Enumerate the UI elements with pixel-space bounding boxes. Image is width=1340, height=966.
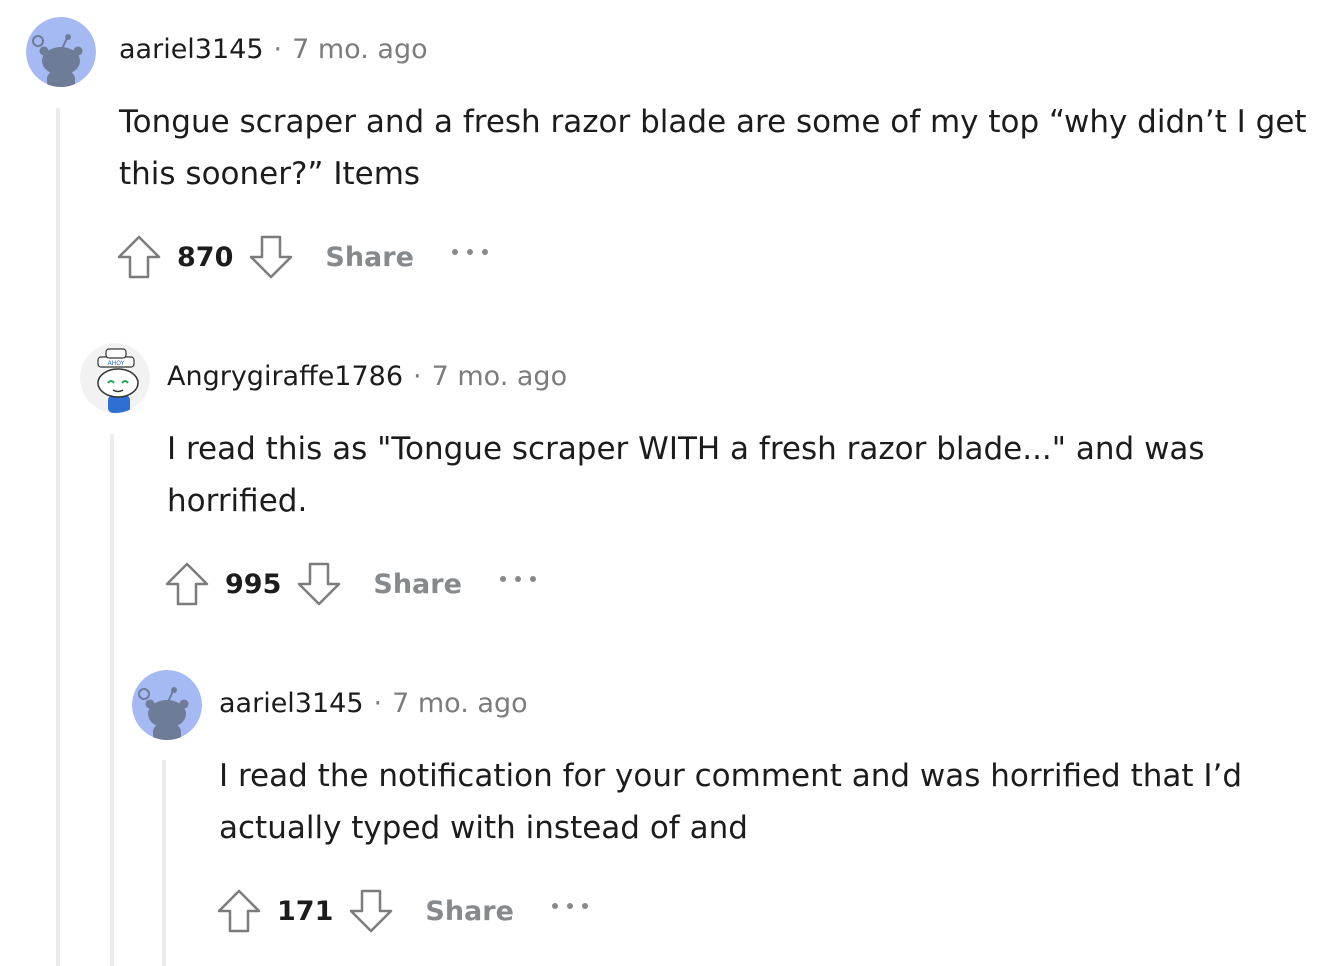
thread-line-level-1[interactable] — [56, 108, 60, 966]
comment-actions: 171 Share — [215, 886, 590, 936]
thread-line-level-2[interactable] — [110, 434, 114, 966]
share-button[interactable]: Share — [325, 242, 414, 273]
meta-separator: · — [273, 34, 283, 65]
comment-timestamp[interactable]: 7 mo. ago — [292, 34, 427, 65]
more-options-icon[interactable] — [450, 237, 490, 267]
snoo-default-avatar-icon — [26, 17, 96, 87]
comment-body: I read the notification for your comment… — [219, 758, 1243, 846]
thread-line-level-3[interactable] — [162, 760, 166, 966]
comment-meta: aariel3145 · 7 mo. ago — [219, 688, 528, 719]
user-avatar[interactable] — [132, 670, 202, 740]
comment-actions: 870 Share — [115, 232, 490, 282]
upvote-arrow-icon[interactable] — [115, 233, 163, 281]
snoo-sailor-avatar-icon: AHOY — [80, 343, 150, 413]
username-link[interactable]: aariel3145 — [119, 34, 264, 65]
username-link[interactable]: aariel3145 — [219, 688, 364, 719]
downvote-arrow-icon[interactable] — [247, 233, 295, 281]
upvote-arrow-icon[interactable] — [215, 887, 263, 935]
username-link[interactable]: Angrygiraffe1786 — [167, 361, 403, 392]
downvote-arrow-icon[interactable] — [295, 560, 343, 608]
comment-body: Tongue scraper and a fresh razor blade a… — [119, 104, 1307, 192]
downvote-arrow-icon[interactable] — [347, 887, 395, 935]
more-options-icon[interactable] — [550, 891, 590, 921]
vote-score: 995 — [225, 568, 282, 600]
comment-meta: aariel3145 · 7 mo. ago — [119, 34, 428, 65]
user-avatar[interactable] — [26, 17, 96, 87]
upvote-arrow-icon[interactable] — [163, 560, 211, 608]
vote-score: 171 — [277, 895, 334, 927]
comment-timestamp[interactable]: 7 mo. ago — [392, 688, 527, 719]
comment-body: I read this as "Tongue scraper WITH a fr… — [167, 431, 1205, 519]
share-button[interactable]: Share — [373, 569, 462, 600]
vote-score: 870 — [177, 241, 234, 273]
comment-timestamp[interactable]: 7 mo. ago — [432, 361, 567, 392]
comment-actions: 995 Share — [163, 559, 538, 609]
user-avatar[interactable]: AHOY — [80, 343, 150, 413]
comment-meta: Angrygiraffe1786 · 7 mo. ago — [167, 361, 567, 392]
share-button[interactable]: Share — [425, 896, 514, 927]
sailor-hat-label: AHOY — [108, 360, 125, 367]
meta-separator: · — [373, 688, 383, 719]
more-options-icon[interactable] — [498, 564, 538, 594]
meta-separator: · — [413, 361, 422, 392]
snoo-default-avatar-icon — [132, 670, 202, 740]
